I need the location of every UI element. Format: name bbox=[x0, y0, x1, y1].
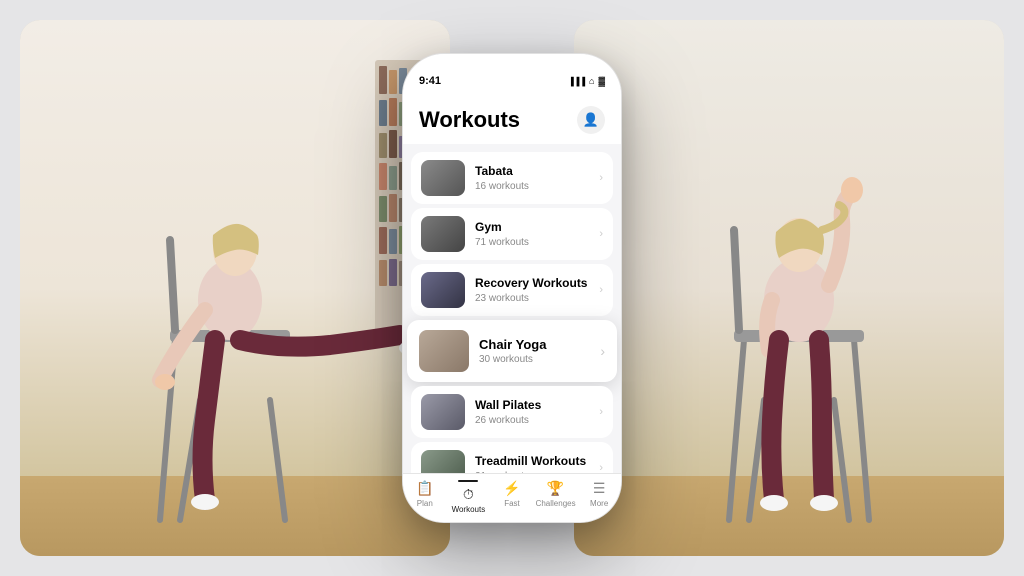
status-icons: ▐▐▐ ⌂ ▓ bbox=[568, 76, 605, 86]
workout-count-tabata: 16 workouts bbox=[475, 181, 589, 192]
workouts-icon: ⏱ bbox=[463, 486, 474, 503]
person-left-figure bbox=[20, 20, 450, 556]
phone-screen: 9:41 ▐▐▐ ⌂ ▓ Workouts 👤 bbox=[403, 54, 621, 522]
tab-fast-label: Fast bbox=[504, 499, 520, 508]
workout-item-gym[interactable]: Gym 71 workouts › bbox=[411, 208, 613, 260]
right-panel bbox=[574, 20, 1004, 556]
workout-thumb-wall-pilates bbox=[421, 394, 465, 430]
battery-icon: ▓ bbox=[598, 76, 605, 86]
workout-info-recovery: Recovery Workouts 23 workouts bbox=[475, 276, 589, 304]
workout-info-wall-pilates: Wall Pilates 26 workouts bbox=[475, 398, 589, 426]
chevron-chair-yoga: › bbox=[600, 343, 605, 359]
workout-count-recovery: 23 workouts bbox=[475, 293, 589, 304]
tab-challenges[interactable]: 🏆 Challenges bbox=[534, 480, 578, 514]
tab-workouts-label: Workouts bbox=[452, 505, 486, 514]
workout-info-tabata: Tabata 16 workouts bbox=[475, 164, 589, 192]
workout-name-gym: Gym bbox=[475, 220, 589, 236]
workout-thumb-tabata bbox=[421, 160, 465, 196]
chevron-wall-pilates: › bbox=[599, 406, 603, 418]
fast-icon: ⚡ bbox=[503, 480, 520, 497]
workout-list: Tabata 16 workouts › Gym 71 workouts › bbox=[403, 144, 621, 473]
person-right-figure bbox=[574, 20, 1004, 556]
chevron-tabata: › bbox=[599, 172, 603, 184]
left-panel bbox=[20, 20, 450, 556]
wifi-icon: ⌂ bbox=[589, 76, 594, 86]
workout-thumb-gym bbox=[421, 216, 465, 252]
workout-thumb-chair-yoga bbox=[419, 330, 469, 372]
workout-count-chair-yoga: 30 workouts bbox=[479, 354, 590, 365]
workout-thumb-recovery bbox=[421, 272, 465, 308]
workout-item-tabata[interactable]: Tabata 16 workouts › bbox=[411, 152, 613, 204]
tab-plan-label: Plan bbox=[417, 499, 433, 508]
chevron-recovery: › bbox=[599, 284, 603, 296]
more-icon: ☰ bbox=[593, 480, 606, 497]
workout-item-treadmill[interactable]: Treadmill Workouts 21 workouts › bbox=[411, 442, 613, 473]
workout-name-treadmill: Treadmill Workouts bbox=[475, 454, 589, 470]
status-bar: 9:41 ▐▐▐ ⌂ ▓ bbox=[403, 54, 621, 98]
workout-info-treadmill: Treadmill Workouts 21 workouts bbox=[475, 454, 589, 473]
workout-count-gym: 71 workouts bbox=[475, 237, 589, 248]
page-title: Workouts bbox=[419, 107, 520, 133]
status-time: 9:41 bbox=[419, 75, 441, 87]
scene: 9:41 ▐▐▐ ⌂ ▓ Workouts 👤 bbox=[0, 0, 1024, 576]
tab-challenges-label: Challenges bbox=[536, 499, 576, 508]
signal-icon: ▐▐▐ bbox=[568, 77, 585, 86]
workout-info-gym: Gym 71 workouts bbox=[475, 220, 589, 248]
app-header: Workouts 👤 bbox=[403, 98, 621, 144]
chevron-treadmill: › bbox=[599, 462, 603, 473]
active-tab-indicator bbox=[458, 480, 478, 482]
workout-name-wall-pilates: Wall Pilates bbox=[475, 398, 589, 414]
workout-count-wall-pilates: 26 workouts bbox=[475, 415, 589, 426]
workout-info-chair-yoga: Chair Yoga 30 workouts bbox=[479, 337, 590, 366]
workout-item-recovery[interactable]: Recovery Workouts 23 workouts › bbox=[411, 264, 613, 316]
workout-thumb-treadmill bbox=[421, 450, 465, 473]
plan-icon: 📋 bbox=[416, 480, 433, 497]
workout-name-chair-yoga: Chair Yoga bbox=[479, 337, 590, 354]
tab-workouts[interactable]: ⏱ Workouts bbox=[447, 480, 491, 514]
chevron-gym: › bbox=[599, 228, 603, 240]
workout-item-wall-pilates[interactable]: Wall Pilates 26 workouts › bbox=[411, 386, 613, 438]
workout-name-tabata: Tabata bbox=[475, 164, 589, 180]
workout-item-chair-yoga[interactable]: Chair Yoga 30 workouts › bbox=[407, 320, 617, 382]
workout-name-recovery: Recovery Workouts bbox=[475, 276, 589, 292]
tab-bar: 📋 Plan ⏱ Workouts ⚡ Fast 🏆 Challenges bbox=[403, 473, 621, 522]
person-icon: 👤 bbox=[583, 112, 599, 128]
tab-fast[interactable]: ⚡ Fast bbox=[490, 480, 534, 514]
tab-more-label: More bbox=[590, 499, 608, 508]
profile-button[interactable]: 👤 bbox=[577, 106, 605, 134]
phone: 9:41 ▐▐▐ ⌂ ▓ Workouts 👤 bbox=[402, 53, 622, 523]
challenges-icon: 🏆 bbox=[547, 480, 564, 497]
